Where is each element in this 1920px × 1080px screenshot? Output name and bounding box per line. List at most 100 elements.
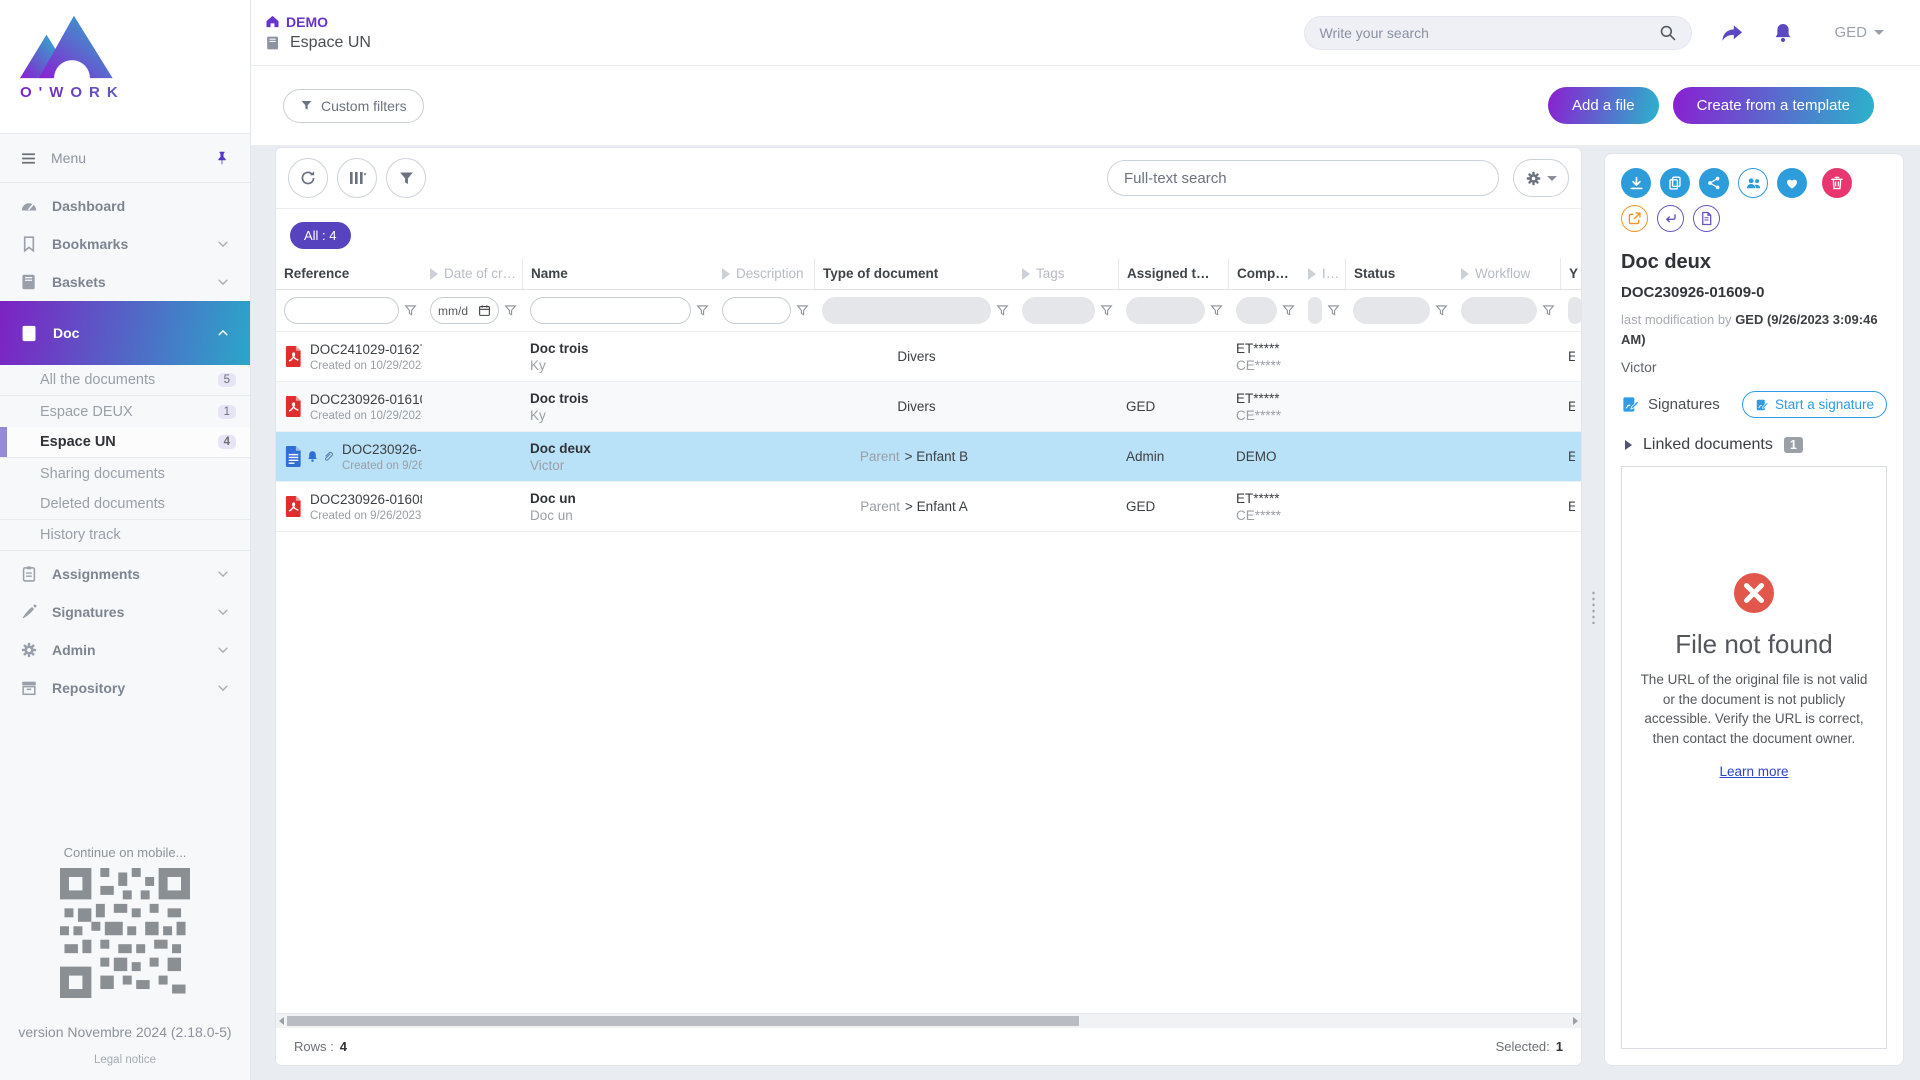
funnel-icon[interactable]: [1210, 304, 1223, 317]
notifications-bell-icon[interactable]: [1772, 22, 1794, 44]
sidebar-item-deleted-documents[interactable]: Deleted documents: [0, 489, 250, 520]
delete-button[interactable]: [1822, 168, 1852, 198]
reference-filter-input[interactable]: [284, 297, 399, 324]
user-menu[interactable]: GED: [1834, 24, 1884, 41]
sidebar-item-assignments[interactable]: Assignments: [0, 555, 250, 593]
sidebar-item-admin[interactable]: Admin: [0, 631, 250, 669]
funnel-icon[interactable]: [1435, 304, 1448, 317]
start-signature-button[interactable]: Start a signature: [1742, 391, 1887, 418]
status-filter-select[interactable]: [1353, 297, 1430, 324]
refresh-button[interactable]: [288, 158, 328, 198]
sidebar-item-baskets[interactable]: Baskets: [0, 263, 250, 301]
search-input[interactable]: [1319, 25, 1659, 41]
column-header-name[interactable]: Name: [522, 258, 714, 289]
filter-button[interactable]: [386, 158, 426, 198]
column-header-description[interactable]: Description: [714, 258, 814, 289]
table-row[interactable]: DOC230926-01608-0 Created on 9/26/2023 3…: [276, 482, 1581, 532]
column-header-date[interactable]: Date of cr…: [422, 258, 522, 289]
scroll-right-arrow-icon[interactable]: [1573, 1017, 1578, 1025]
column-header-y[interactable]: Y: [1560, 258, 1581, 289]
copy-button[interactable]: [1660, 168, 1690, 198]
funnel-icon[interactable]: [796, 304, 809, 317]
i-filter-select[interactable]: [1308, 297, 1322, 324]
hamburger-icon[interactable]: [20, 150, 37, 167]
global-search[interactable]: [1304, 16, 1692, 50]
sidebar-item-sharing-documents[interactable]: Sharing documents: [0, 458, 250, 489]
breadcrumb-space[interactable]: Espace UN: [265, 34, 371, 52]
column-header-i[interactable]: I…: [1300, 258, 1345, 289]
table-row[interactable]: DOC230926-01610-3 Created on 10/29/2024 …: [276, 382, 1581, 432]
tags-filter-select[interactable]: [1022, 297, 1095, 324]
sidebar-item-all-documents[interactable]: All the documents 5: [0, 365, 250, 396]
users-access-button[interactable]: [1738, 168, 1768, 198]
workflow-filter-select[interactable]: [1461, 297, 1537, 324]
columns-button[interactable]: [337, 158, 377, 198]
add-file-button[interactable]: Add a file: [1548, 87, 1659, 124]
version-label: version Novembre 2024 (2.18.0-5): [0, 1024, 250, 1040]
company-main: ET*****: [1236, 341, 1292, 356]
funnel-icon[interactable]: [1327, 304, 1340, 317]
name-filter-input[interactable]: [530, 297, 691, 324]
table-settings-button[interactable]: [1513, 159, 1569, 197]
column-header-status[interactable]: Status: [1345, 258, 1453, 289]
breadcrumb-app[interactable]: DEMO: [265, 14, 371, 30]
scrollbar-thumb[interactable]: [287, 1016, 1079, 1026]
pin-icon[interactable]: [214, 150, 230, 166]
filter-i: [1300, 297, 1345, 324]
funnel-icon[interactable]: [1542, 304, 1555, 317]
custom-filters-button[interactable]: Custom filters: [283, 89, 424, 123]
column-header-company[interactable]: Comp…: [1228, 258, 1300, 289]
search-icon[interactable]: [1659, 24, 1677, 42]
create-from-template-button[interactable]: Create from a template: [1673, 87, 1874, 124]
return-button[interactable]: [1657, 205, 1684, 232]
open-external-button[interactable]: [1621, 205, 1648, 232]
sidebar-item-espace-deux[interactable]: Espace DEUX 1: [0, 396, 250, 427]
fulltext-search-input[interactable]: [1107, 160, 1499, 196]
share-button[interactable]: [1699, 168, 1729, 198]
content: All : 4 Reference Date of cr… Name Descr…: [251, 145, 1920, 1080]
column-header-assigned[interactable]: Assigned t…: [1118, 258, 1228, 289]
sidebar-item-doc[interactable]: Doc: [0, 301, 250, 365]
sidebar-item-espace-un[interactable]: Espace UN 4: [0, 427, 250, 458]
resize-handle-icon[interactable]: [1591, 590, 1596, 624]
sidebar-item-dashboard[interactable]: Dashboard: [0, 187, 250, 225]
company-filter-select[interactable]: [1236, 297, 1277, 324]
y-filter-select[interactable]: [1568, 297, 1581, 324]
learn-more-link[interactable]: Learn more: [1719, 764, 1788, 779]
column-header-reference[interactable]: Reference: [276, 258, 422, 289]
share-forward-icon[interactable]: [1720, 21, 1744, 45]
calendar-icon[interactable]: [478, 304, 491, 317]
type-filter-select[interactable]: [822, 297, 991, 324]
sidebar-item-signatures[interactable]: Signatures: [0, 593, 250, 631]
document-reference: DOC230926-01610-3: [310, 392, 414, 407]
sidebar-item-repository[interactable]: Repository: [0, 669, 250, 707]
file-preview-button[interactable]: [1693, 205, 1720, 232]
table-row[interactable]: DOC241029-01627-0 Created on 10/29/2024 …: [276, 332, 1581, 382]
column-header-tags[interactable]: Tags: [1014, 258, 1118, 289]
book-icon: [20, 273, 38, 291]
linked-documents-toggle[interactable]: Linked documents 1: [1621, 436, 1887, 454]
date-filter-input[interactable]: mm/d: [430, 297, 499, 324]
funnel-icon[interactable]: [1282, 304, 1295, 317]
description-filter-input[interactable]: [722, 297, 791, 324]
column-header-type[interactable]: Type of document: [814, 258, 1014, 289]
funnel-icon[interactable]: [996, 304, 1009, 317]
funnel-icon[interactable]: [1100, 304, 1113, 317]
sidebar-item-history-track[interactable]: History track: [0, 520, 250, 551]
favorite-heart-button[interactable]: [1777, 168, 1807, 198]
funnel-icon[interactable]: [504, 304, 517, 317]
column-header-workflow[interactable]: Workflow: [1453, 258, 1560, 289]
table-row-selected[interactable]: DOC230926-01609-0 Created on 9/26/2023 3…: [276, 432, 1581, 482]
horizontal-scrollbar[interactable]: [276, 1013, 1581, 1028]
all-count-badge[interactable]: All : 4: [290, 222, 351, 249]
sidebar-menu-toggle[interactable]: Menu: [0, 133, 250, 183]
panel-splitter[interactable]: [1582, 147, 1604, 1066]
filter-reference: [276, 297, 422, 324]
scroll-left-arrow-icon[interactable]: [279, 1017, 284, 1025]
legal-notice-link[interactable]: Legal notice: [94, 1054, 156, 1066]
funnel-icon[interactable]: [404, 304, 417, 317]
funnel-icon[interactable]: [696, 304, 709, 317]
assigned-filter-select[interactable]: [1126, 297, 1205, 324]
sidebar-item-bookmarks[interactable]: Bookmarks: [0, 225, 250, 263]
download-button[interactable]: [1621, 168, 1651, 198]
